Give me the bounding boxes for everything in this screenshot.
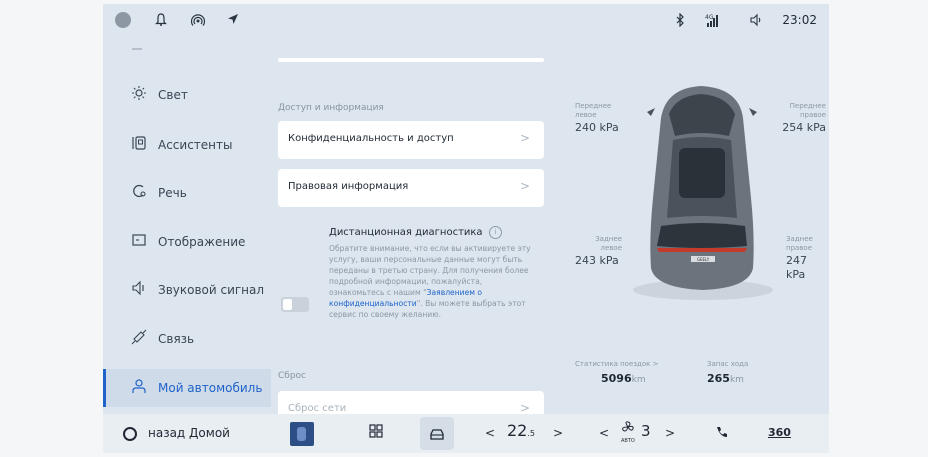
temp-whole: 22 [507, 421, 528, 440]
bluetooth-icon[interactable] [675, 12, 685, 32]
fan-icon: АВТО [621, 420, 635, 444]
tire-label: Заднее [595, 235, 622, 243]
volume-icon[interactable] [749, 13, 763, 32]
tire-label: левое [600, 244, 623, 252]
sidebar-item-label: Звуковой сигнал [158, 283, 265, 297]
sidebar-item-label: Отображение [158, 235, 246, 249]
fan-mode: АВТО [621, 438, 635, 444]
sidebar-item-label: Связь [158, 332, 195, 346]
car-illustration: GEELY [633, 86, 773, 300]
sidebar-item-speech[interactable]: Речь [103, 174, 271, 212]
card-edge [278, 58, 544, 62]
tire-label: Заднее [786, 235, 813, 243]
fan-increase-button[interactable]: > [665, 424, 675, 442]
range: Запас хода 265km [707, 360, 748, 385]
section-title-access: Доступ и информация [278, 103, 384, 113]
active-indicator [103, 369, 106, 407]
bottom-dock: назад Домой < 22.5 > < АВТО 3 > 360 [103, 414, 829, 453]
sidebar-item-assistants[interactable]: Ассистенты [103, 126, 271, 164]
speech-icon [128, 183, 150, 203]
sidebar-item-label: Мой автомобиль [158, 381, 263, 395]
section-title-reset: Сброс [278, 371, 307, 381]
sidebar-item-label: Ассистенты [158, 138, 233, 152]
settings-sidebar: Свет Ассистенты Речь Отображение Звуково [103, 38, 271, 414]
media-album-art[interactable] [290, 422, 314, 446]
tire-label: Переднее [575, 102, 612, 110]
tire-front-left: Переднее левое 240 kPa [575, 102, 619, 135]
legal-info-card[interactable]: Правовая информация > [278, 169, 544, 207]
car-status-panel: Переднее левое 240 kPa Переднее правое 2… [561, 38, 829, 414]
range-label: Запас хода [707, 360, 749, 368]
sidebar-item-sound-signal[interactable]: Звуковой сигнал [103, 271, 271, 309]
chevron-right-icon: > [519, 179, 530, 193]
sidebar-item-display[interactable]: Отображение [103, 223, 271, 261]
status-bar: 4G 23:02 [103, 4, 829, 38]
remote-diagnostics-toggle[interactable] [281, 297, 309, 312]
car-badge: GEELY [697, 257, 710, 262]
temperature-value: 22.5 [507, 422, 535, 443]
assistant-icon [128, 135, 150, 155]
toggle-knob [283, 299, 292, 310]
person-icon [128, 378, 150, 398]
temp-increase-button[interactable]: > [553, 424, 563, 442]
tire-pressure-value: 240 kPa [575, 121, 619, 134]
temp-decimal: .5 [527, 429, 535, 438]
fan-level: 3 [641, 422, 651, 440]
privacy-access-label: Конфиденциальность и доступ [288, 133, 454, 144]
tire-pressure-value: 247 kPa [786, 254, 807, 281]
tire-pressure-value: 243 kPa [575, 254, 619, 267]
chevron-right-icon: > [519, 401, 530, 415]
link-icon [128, 329, 150, 349]
phone-icon[interactable] [715, 425, 729, 444]
tire-rear-left: Заднее левое 243 kPa [575, 235, 622, 268]
sidebar-scroll-indicator [132, 48, 142, 50]
apps-grid-icon[interactable] [369, 424, 383, 443]
trip-statistics[interactable]: Статистика поездок > 5096km [575, 360, 658, 385]
sidebar-item-light[interactable]: Свет [103, 76, 271, 114]
view-360-button[interactable]: 360 [768, 424, 791, 442]
info-icon[interactable]: i [489, 226, 502, 239]
tire-front-right: Переднее правое 254 kPa [782, 102, 826, 135]
location-arrow-icon[interactable] [227, 13, 239, 30]
clock: 23:02 [782, 13, 817, 27]
legal-info-label: Правовая информация [288, 181, 409, 192]
infotainment-screen: 4G 23:02 Свет Ассистенты Речь Отображени… [103, 4, 829, 453]
tire-label: правое [786, 244, 813, 252]
chevron-right-icon: > [519, 131, 530, 145]
home-button-label[interactable]: назад Домой [148, 424, 230, 442]
bell-icon[interactable] [155, 13, 167, 32]
sun-icon [128, 85, 150, 105]
range-value: 265 [707, 372, 730, 385]
tire-label: правое [799, 111, 826, 119]
range-unit: km [729, 375, 744, 385]
trip-unit: km [631, 375, 646, 385]
settings-content: Доступ и информация Конфиденциальность и… [271, 38, 561, 429]
tire-pressure-value: 254 kPa [782, 121, 826, 134]
home-icon[interactable] [123, 427, 137, 441]
reset-network-label: Сброс сети [288, 403, 347, 414]
sound-icon [128, 280, 150, 300]
trip-statistics-label: Статистика поездок > [575, 360, 659, 368]
hotspot-icon[interactable] [190, 13, 206, 32]
sidebar-item-label: Речь [158, 186, 187, 200]
car-settings-button[interactable] [420, 417, 454, 450]
sidebar-item-my-car[interactable]: Мой автомобиль [103, 369, 271, 407]
display-icon [128, 232, 150, 252]
tire-rear-right: Заднее правое 247 kPa [786, 235, 829, 282]
temp-decrease-button[interactable]: < [485, 424, 495, 442]
tire-label: левое [575, 111, 597, 119]
avatar-icon[interactable] [115, 12, 131, 28]
sidebar-item-connection[interactable]: Связь [103, 320, 271, 358]
tire-label: Переднее [789, 102, 826, 110]
sidebar-item-label: Свет [158, 88, 188, 102]
remote-diagnostics-description: Обратите внимание, что если вы активируе… [329, 243, 537, 320]
trip-value: 5096 [601, 372, 632, 385]
privacy-access-card[interactable]: Конфиденциальность и доступ > [278, 121, 544, 159]
fan-decrease-button[interactable]: < [599, 424, 609, 442]
remote-diagnostics-title: Дистанционная диагностика [329, 227, 483, 238]
